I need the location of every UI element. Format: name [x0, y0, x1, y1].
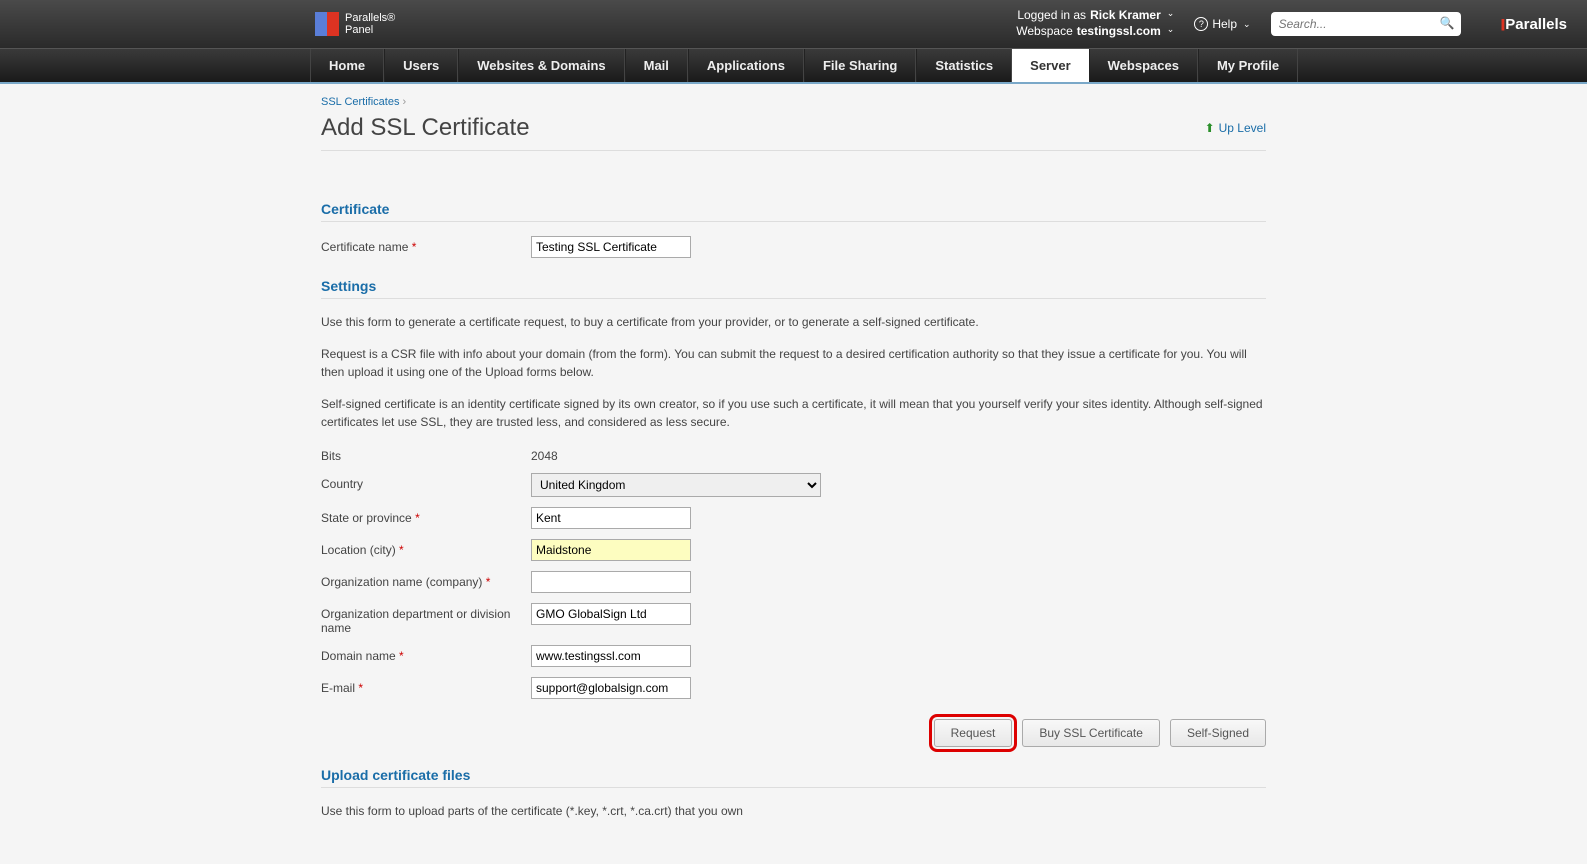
- up-level-link[interactable]: ⬆ Up Level: [1205, 121, 1266, 135]
- nav-bar: Home Users Websites & Domains Mail Appli…: [0, 48, 1587, 84]
- nav-server[interactable]: Server: [1012, 49, 1088, 82]
- label-bits: Bits: [321, 445, 531, 463]
- label-dept: Organization department or division name: [321, 603, 531, 635]
- row-state: State or province *: [321, 507, 1266, 529]
- label-country: Country: [321, 473, 531, 497]
- state-input[interactable]: [531, 507, 691, 529]
- nav-webspaces[interactable]: Webspaces: [1089, 49, 1198, 82]
- brand-right: || Parallels: [1501, 16, 1567, 33]
- user-name[interactable]: Rick Kramer: [1090, 8, 1161, 24]
- logged-in-label: Logged in as: [1017, 8, 1086, 24]
- title-row: Add SSL Certificate ⬆ Up Level: [321, 114, 1266, 151]
- email-input[interactable]: [531, 677, 691, 699]
- nav-mail[interactable]: Mail: [625, 49, 688, 82]
- up-arrow-icon: ⬆: [1205, 121, 1215, 135]
- user-info: Logged in as Rick Kramer ⌄ Webspace test…: [1016, 8, 1174, 39]
- row-dept: Organization department or division name: [321, 603, 1266, 635]
- chevron-down-icon[interactable]: ⌄: [1167, 8, 1175, 24]
- logo-line1: Parallels®: [345, 12, 395, 24]
- search-box: 🔍: [1271, 12, 1461, 36]
- label-org: Organization name (company) *: [321, 571, 531, 593]
- section-settings: Settings: [321, 278, 1266, 299]
- content: SSL Certificates › Add SSL Certificate ⬆…: [321, 84, 1266, 864]
- nav-applications[interactable]: Applications: [688, 49, 804, 82]
- button-row: Request Buy SSL Certificate Self-Signed: [321, 719, 1266, 747]
- row-domain: Domain name *: [321, 645, 1266, 667]
- brand-text: Parallels: [1505, 16, 1567, 33]
- parallels-logo-icon: [315, 12, 339, 36]
- city-input[interactable]: [531, 539, 691, 561]
- upload-desc: Use this form to upload parts of the cer…: [321, 802, 1266, 820]
- desc1: Use this form to generate a certificate …: [321, 313, 1266, 331]
- top-bar: Parallels® Panel Logged in as Rick Krame…: [0, 0, 1587, 48]
- label-city: Location (city) *: [321, 539, 531, 561]
- logo-line2: Panel: [345, 24, 395, 36]
- label-state: State or province *: [321, 507, 531, 529]
- help-icon: ?: [1194, 17, 1208, 31]
- brand-bars-icon: ||: [1501, 17, 1504, 31]
- bits-value: 2048: [531, 445, 558, 463]
- nav-filesharing[interactable]: File Sharing: [804, 49, 916, 82]
- domain-input[interactable]: [531, 645, 691, 667]
- help-link[interactable]: ? Help ⌄: [1194, 17, 1250, 31]
- nav-statistics[interactable]: Statistics: [916, 49, 1012, 82]
- label-cert-name: Certificate name *: [321, 236, 531, 258]
- nav-inner: Home Users Websites & Domains Mail Appli…: [310, 49, 1587, 82]
- help-label: Help: [1212, 17, 1237, 31]
- section-upload: Upload certificate files: [321, 767, 1266, 788]
- logo-text: Parallels® Panel: [345, 12, 395, 36]
- country-select[interactable]: United Kingdom: [531, 473, 821, 497]
- row-org: Organization name (company) *: [321, 571, 1266, 593]
- self-signed-button[interactable]: Self-Signed: [1170, 719, 1266, 747]
- section-certificate: Certificate: [321, 201, 1266, 222]
- dept-input[interactable]: [531, 603, 691, 625]
- nav-home[interactable]: Home: [310, 49, 384, 82]
- chevron-down-icon: ⌄: [1243, 19, 1251, 30]
- breadcrumb: SSL Certificates ›: [321, 96, 1266, 108]
- buy-button[interactable]: Buy SSL Certificate: [1022, 719, 1160, 747]
- desc2: Request is a CSR file with info about yo…: [321, 345, 1266, 381]
- nav-myprofile[interactable]: My Profile: [1198, 49, 1298, 82]
- desc3: Self-signed certificate is an identity c…: [321, 395, 1266, 431]
- label-email: E-mail *: [321, 677, 531, 699]
- page-title: Add SSL Certificate: [321, 114, 530, 142]
- row-country: Country United Kingdom: [321, 473, 1266, 497]
- cert-name-input[interactable]: [531, 236, 691, 258]
- webspace-label: Webspace: [1016, 24, 1072, 40]
- top-right: Logged in as Rick Kramer ⌄ Webspace test…: [1016, 8, 1567, 39]
- nav-users[interactable]: Users: [384, 49, 458, 82]
- search-icon[interactable]: 🔍: [1440, 16, 1455, 30]
- label-domain: Domain name *: [321, 645, 531, 667]
- nav-websites[interactable]: Websites & Domains: [458, 49, 624, 82]
- org-input[interactable]: [531, 571, 691, 593]
- up-level-label: Up Level: [1219, 121, 1266, 135]
- row-city: Location (city) *: [321, 539, 1266, 561]
- breadcrumb-link[interactable]: SSL Certificates: [321, 96, 399, 108]
- request-button[interactable]: Request: [934, 719, 1013, 747]
- row-cert-name: Certificate name *: [321, 236, 1266, 258]
- search-input[interactable]: [1271, 12, 1461, 36]
- logo-area: Parallels® Panel: [315, 12, 395, 36]
- chevron-down-icon[interactable]: ⌄: [1167, 24, 1175, 40]
- breadcrumb-sep: ›: [403, 96, 407, 108]
- webspace-value[interactable]: testingssl.com: [1077, 24, 1161, 40]
- row-email: E-mail *: [321, 677, 1266, 699]
- row-bits: Bits 2048: [321, 445, 1266, 463]
